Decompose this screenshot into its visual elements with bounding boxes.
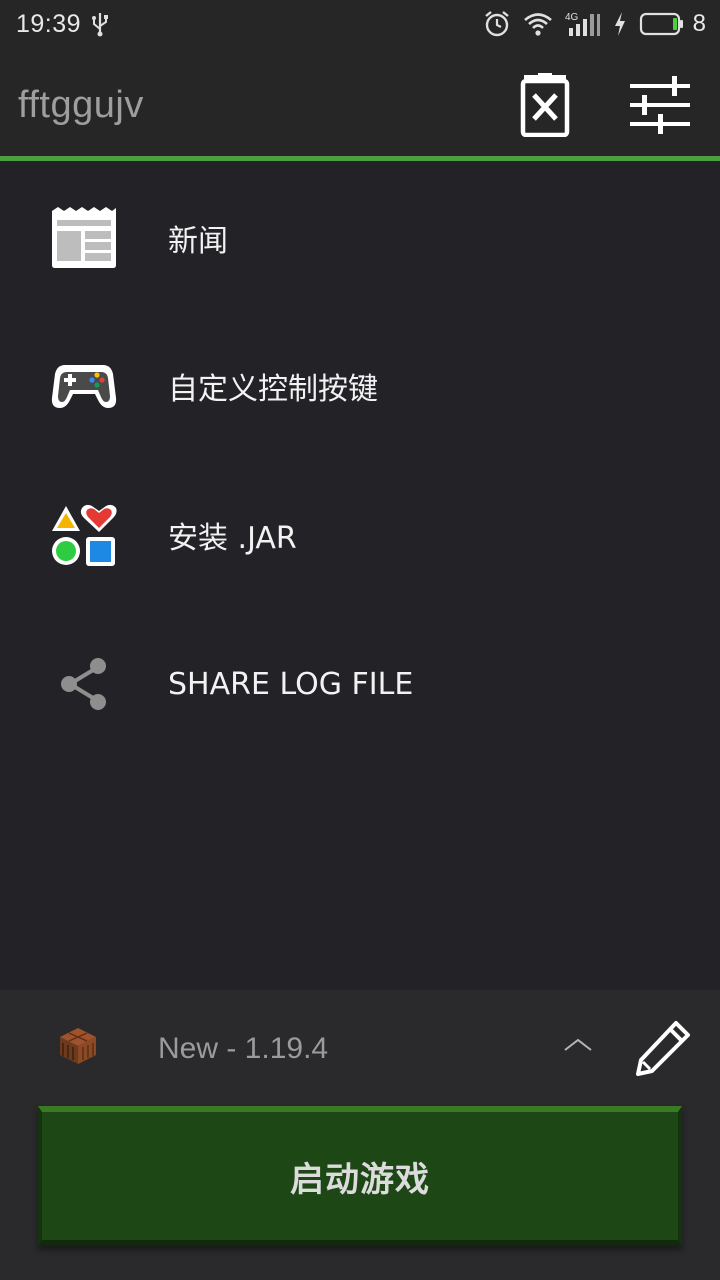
- menu-label-news: 新闻: [168, 224, 228, 259]
- profile-name: New - 1.19.4: [158, 1032, 329, 1065]
- usb-icon: [92, 13, 109, 37]
- svg-text:4G: 4G: [565, 12, 579, 23]
- shapes-icon: [48, 499, 120, 571]
- battery-icon: [639, 12, 683, 36]
- news-icon: [48, 202, 120, 274]
- profile-selector[interactable]: New - 1.19.4: [0, 990, 720, 1105]
- menu-label-custom-controls: 自定义控制按键: [168, 372, 378, 407]
- alarm-icon: [484, 11, 509, 37]
- menu-item-share-log[interactable]: SHARE LOG FILE: [0, 610, 720, 758]
- settings-button[interactable]: [625, 70, 695, 140]
- edit-profile-button[interactable]: [628, 1016, 698, 1080]
- menu-label-install-jar: 安装 .JAR: [168, 521, 297, 556]
- page-title: fftggujv: [18, 84, 144, 126]
- delete-button[interactable]: [510, 70, 580, 140]
- sliders-icon: [630, 76, 690, 134]
- signal-icon: 4G: [565, 12, 600, 36]
- toolbar-divider: [0, 156, 720, 161]
- status-icons: 4G 8: [483, 10, 706, 38]
- wifi-icon: [523, 13, 552, 36]
- menu-item-news[interactable]: 新闻: [0, 164, 720, 312]
- menu-item-install-jar[interactable]: 安装 .JAR: [0, 461, 720, 609]
- share-icon: [48, 648, 120, 720]
- status-time: 19:39: [16, 9, 82, 38]
- status-bar: 19:39 4G 8: [0, 0, 720, 48]
- toolbar: fftggujv: [0, 48, 720, 158]
- battery-level: 8: [692, 10, 706, 37]
- launch-game-label: 启动游戏: [290, 1159, 430, 1200]
- pencil-icon: [636, 1021, 690, 1076]
- launch-game-button[interactable]: 启动游戏: [38, 1106, 682, 1246]
- charging-icon: [614, 12, 625, 36]
- expand-profiles-button[interactable]: [558, 1030, 598, 1060]
- gamepad-icon: [48, 350, 120, 422]
- bottom-panel: New - 1.19.4 启动游戏: [0, 990, 720, 1280]
- trash-x-icon: [520, 73, 570, 137]
- chevron-up-icon: [564, 1038, 592, 1051]
- menu-label-share-log: SHARE LOG FILE: [168, 666, 414, 702]
- menu-item-custom-controls[interactable]: 自定义控制按键: [0, 312, 720, 460]
- crafting-table-icon: [60, 1028, 96, 1064]
